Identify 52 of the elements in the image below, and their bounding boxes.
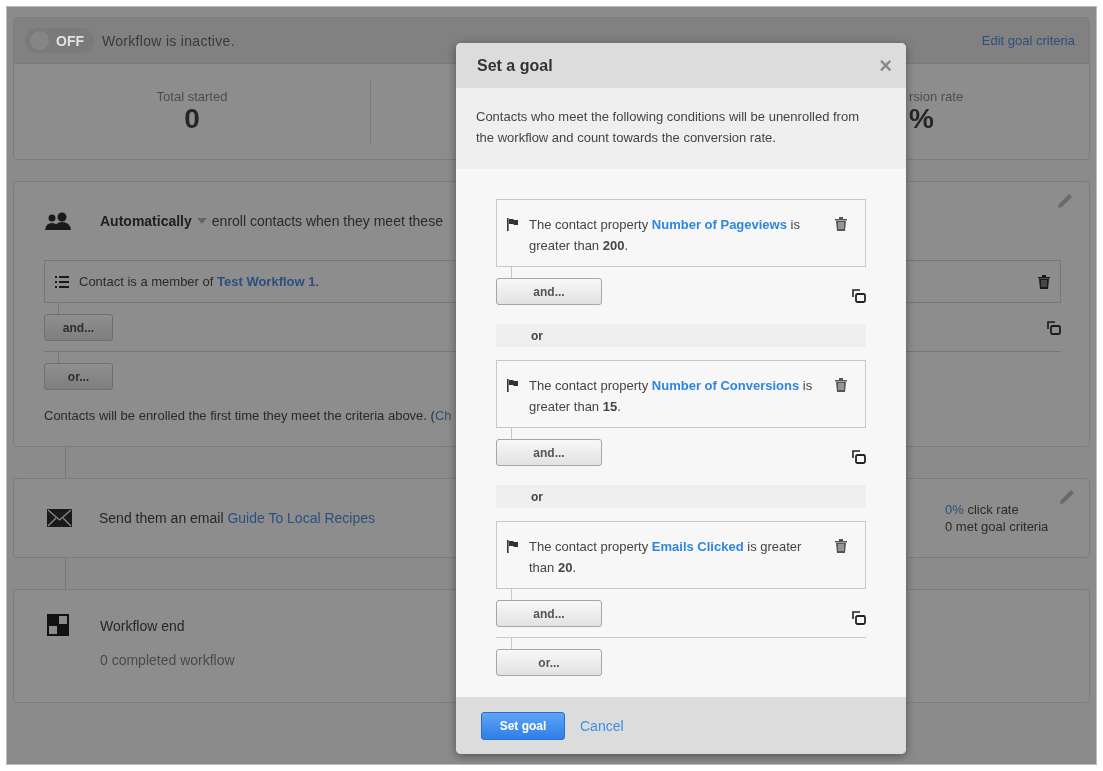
close-button[interactable]: × xyxy=(879,52,892,79)
trash-icon[interactable] xyxy=(835,378,847,392)
and-button[interactable]: and... xyxy=(44,314,113,341)
condition-text: The contact property Emails Clicked is greater than 20. xyxy=(529,538,803,577)
trash-icon[interactable] xyxy=(1038,274,1050,289)
property-link[interactable]: Emails Clicked xyxy=(651,539,744,554)
flag-icon xyxy=(507,218,519,231)
enrollment-note: Contacts will be enrolled the first time they meet the criteria above. (Ch xyxy=(44,408,452,423)
stat-value: % xyxy=(909,104,934,134)
property-link[interactable]: Number of Pageviews xyxy=(651,217,787,232)
cancel-link[interactable]: Cancel xyxy=(580,717,624,734)
or-label: or xyxy=(531,489,543,504)
enroll-mode-dropdown[interactable]: Automatically xyxy=(100,213,207,229)
condition-text: The contact property Number of Pageviews is greater than 200. xyxy=(529,216,801,255)
trash-icon[interactable] xyxy=(835,217,847,231)
or-button[interactable]: or... xyxy=(44,363,113,390)
copy-icon[interactable] xyxy=(852,610,866,625)
envelope-icon xyxy=(47,509,72,527)
stat-label: rsion rate xyxy=(909,89,964,104)
checkered-icon xyxy=(47,614,69,636)
email-link[interactable]: Guide To Local Recipes xyxy=(227,510,375,526)
edit-goal-link[interactable]: Edit goal criteria xyxy=(981,33,1075,48)
stat-value: 0 xyxy=(184,104,200,134)
change-link[interactable]: Ch xyxy=(434,408,452,423)
email-step-text: Send them an email Guide To Local Recipes xyxy=(99,510,375,526)
and-button[interactable]: and... xyxy=(496,600,602,627)
condition-text: Contact is a member of Test Workflow 1. xyxy=(79,274,320,289)
goal-count: 0 met goal criteria xyxy=(945,519,1049,534)
condition-text: The contact property Number of Conversions is greater than 15. xyxy=(529,377,814,416)
caret-icon xyxy=(196,218,207,224)
or-button[interactable]: or... xyxy=(496,649,602,676)
stat-label: Total started xyxy=(156,89,228,104)
click-rate: 0% click rate xyxy=(945,502,1020,517)
and-button[interactable]: and... xyxy=(496,278,602,305)
and-button[interactable]: and... xyxy=(496,439,602,466)
trash-icon[interactable] xyxy=(835,539,847,553)
dialog-description: Contacts who meet the following conditions will be unenrolled from the workflow and count towards the conversion rate. xyxy=(456,88,906,169)
or-label: or xyxy=(531,328,543,343)
flag-icon xyxy=(507,540,519,553)
completed-count: 0 completed workflow xyxy=(100,652,235,668)
people-icon xyxy=(44,212,71,230)
copy-icon[interactable] xyxy=(852,288,866,303)
workflow-status: Workflow is inactive. xyxy=(102,32,235,49)
toggle-switch[interactable]: OFF xyxy=(25,28,94,53)
end-step-title: Workflow end xyxy=(100,618,186,634)
flag-icon xyxy=(507,379,519,392)
set-goal-button[interactable]: Set goal xyxy=(481,711,565,740)
copy-icon[interactable] xyxy=(852,449,866,464)
list-icon xyxy=(55,275,69,288)
property-link[interactable]: Number of Conversions xyxy=(651,378,800,393)
enroll-description: enroll contacts when they meet these xyxy=(211,213,443,229)
dialog-title: Set a goal xyxy=(477,56,553,75)
